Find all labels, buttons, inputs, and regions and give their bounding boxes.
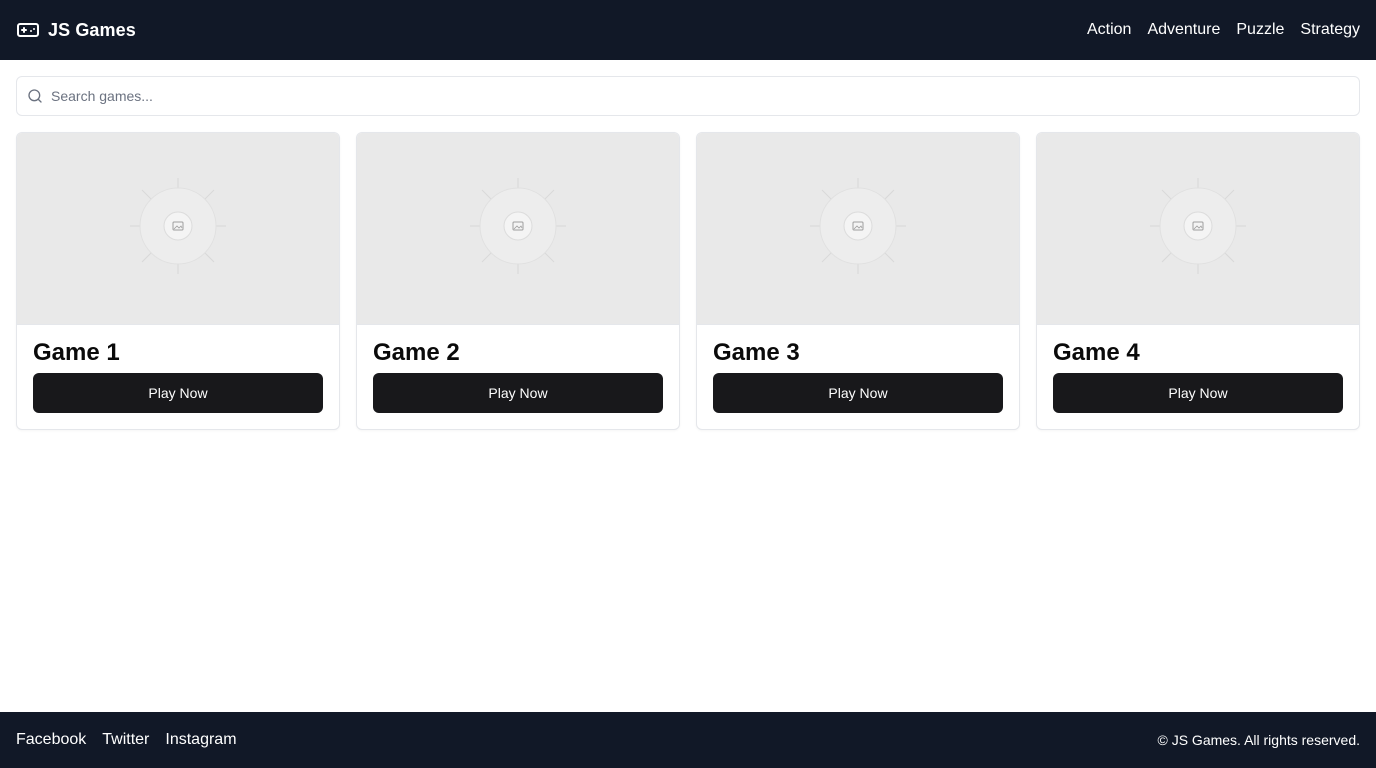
brand[interactable]: JS Games — [16, 18, 136, 42]
image-placeholder-icon — [468, 176, 568, 281]
card-body: Game 2 Play Now — [357, 325, 679, 429]
games-grid: Game 1 Play Now Game 2 Play Now Game 3 P… — [16, 132, 1360, 430]
card-body: Game 4 Play Now — [1037, 325, 1359, 429]
game-card: Game 3 Play Now — [696, 132, 1020, 430]
image-placeholder-icon — [1148, 176, 1248, 281]
image-placeholder-icon — [808, 176, 908, 281]
image-placeholder-icon — [128, 176, 228, 281]
game-thumbnail — [1037, 133, 1359, 325]
search-bar[interactable] — [16, 76, 1360, 116]
nav-link-adventure[interactable]: Adventure — [1147, 21, 1220, 39]
nav-link-puzzle[interactable]: Puzzle — [1236, 21, 1284, 39]
site-header: JS Games Action Adventure Puzzle Strateg… — [0, 0, 1376, 60]
game-card: Game 4 Play Now — [1036, 132, 1360, 430]
game-card: Game 2 Play Now — [356, 132, 680, 430]
game-thumbnail — [17, 133, 339, 325]
play-now-button[interactable]: Play Now — [33, 373, 323, 413]
game-title: Game 1 — [33, 339, 120, 366]
game-thumbnail — [357, 133, 679, 325]
play-now-button[interactable]: Play Now — [1053, 373, 1343, 413]
copyright-text: © JS Games. All rights reserved. — [1157, 732, 1361, 748]
site-footer: Facebook Twitter Instagram © JS Games. A… — [0, 712, 1376, 768]
brand-title: JS Games — [48, 19, 136, 40]
main-nav: Action Adventure Puzzle Strategy — [1087, 21, 1360, 39]
play-now-button[interactable]: Play Now — [713, 373, 1003, 413]
game-title: Game 2 — [373, 339, 460, 366]
nav-link-strategy[interactable]: Strategy — [1300, 21, 1360, 39]
nav-link-action[interactable]: Action — [1087, 21, 1131, 39]
card-body: Game 1 Play Now — [17, 325, 339, 429]
card-body: Game 3 Play Now — [697, 325, 1019, 429]
play-now-button[interactable]: Play Now — [373, 373, 663, 413]
instagram-link[interactable]: Instagram — [165, 731, 236, 749]
search-input[interactable] — [51, 77, 1359, 115]
facebook-link[interactable]: Facebook — [16, 731, 86, 749]
game-card: Game 1 Play Now — [16, 132, 340, 430]
game-title: Game 4 — [1053, 339, 1140, 366]
search-icon — [27, 88, 43, 104]
game-title: Game 3 — [713, 339, 800, 366]
gamepad-icon — [16, 18, 40, 42]
social-links: Facebook Twitter Instagram — [16, 731, 237, 749]
twitter-link[interactable]: Twitter — [102, 731, 149, 749]
game-thumbnail — [697, 133, 1019, 325]
